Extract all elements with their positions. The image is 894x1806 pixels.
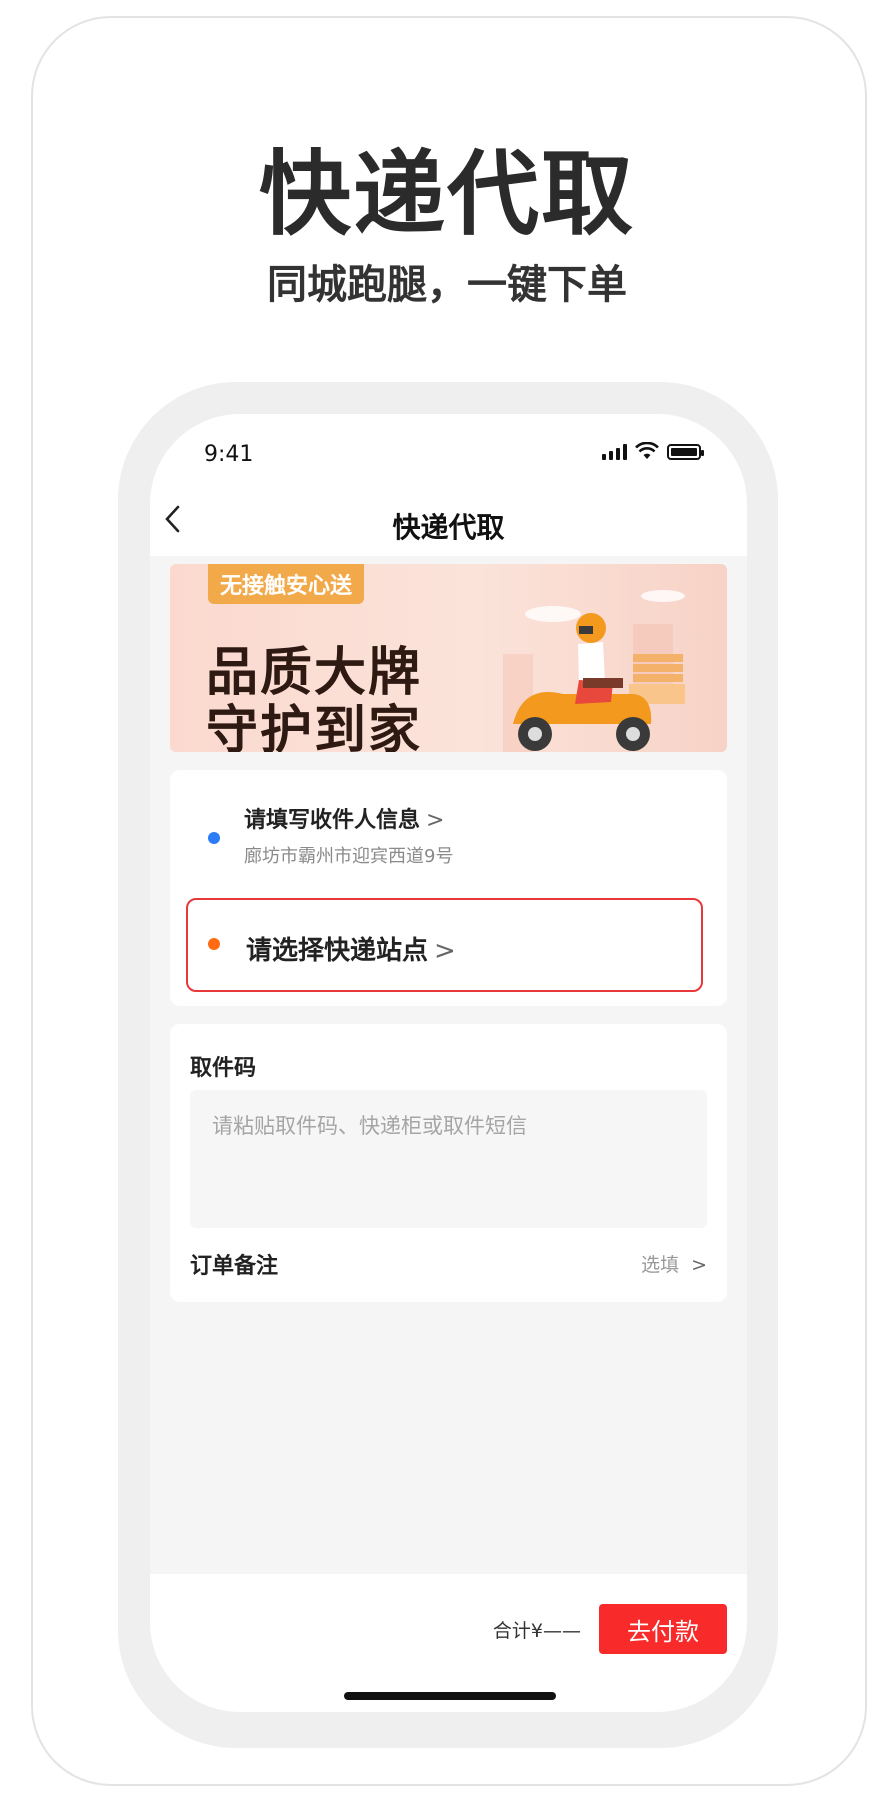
receiver-address: 廊坊市霸州市迎宾西道9号 [244,846,454,867]
receiver-info-link[interactable]: 请填写收件人信息 > [244,802,444,834]
station-label: 请选择快递站点 [246,936,429,966]
status-icons [602,442,704,460]
banner-headline-2: 守护到家 [206,701,423,752]
pickup-card: 取件码 订单备注 选填 > [170,1024,727,1302]
banner-tag: 无接触安心送 [208,564,365,604]
delivery-scooter-illustration [503,590,685,752]
station-dot-icon [208,938,220,950]
receiver-info-label: 请填写收件人信息 [244,808,421,833]
chevron-right-icon: > [691,1254,707,1276]
wifi-icon [635,442,659,459]
pickup-code-label: 取件码 [190,1056,257,1081]
battery-icon [667,444,704,460]
phone-screen: 9:41 快递代取 无接触安心送 品质大牌 守护到家 请填写收件人信息 > 廊坊… [150,414,747,1712]
promo-subtitle: 同城跑腿，一键下单 [267,262,627,308]
order-remark-value: 选填 [641,1254,680,1276]
pay-button[interactable]: 去付款 [599,1604,727,1654]
cellular-signal-icon [602,444,627,460]
promo-title: 快递代取 [258,141,635,248]
promo-banner[interactable]: 无接触安心送 品质大牌 守护到家 [170,564,727,752]
page-title: 快递代取 [392,511,505,544]
order-total: 合计¥—— [492,1620,581,1642]
receiver-dot-icon [208,832,220,844]
pickup-code-input[interactable] [190,1090,707,1228]
chevron-right-icon: > [426,808,445,833]
order-remark-label: 订单备注 [190,1254,279,1279]
status-bar: 9:41 [150,414,747,494]
nav-bar: 快递代取 [150,494,747,556]
status-time: 9:41 [204,442,254,467]
address-card: 请填写收件人信息 > 廊坊市霸州市迎宾西道9号 请选择快递站点 > [170,770,727,1006]
chevron-right-icon: > [434,936,456,966]
select-station-button[interactable]: 请选择快递站点 > [186,898,703,992]
home-indicator[interactable] [344,1692,556,1700]
order-remark-row[interactable]: 订单备注 选填 > [190,1242,707,1282]
